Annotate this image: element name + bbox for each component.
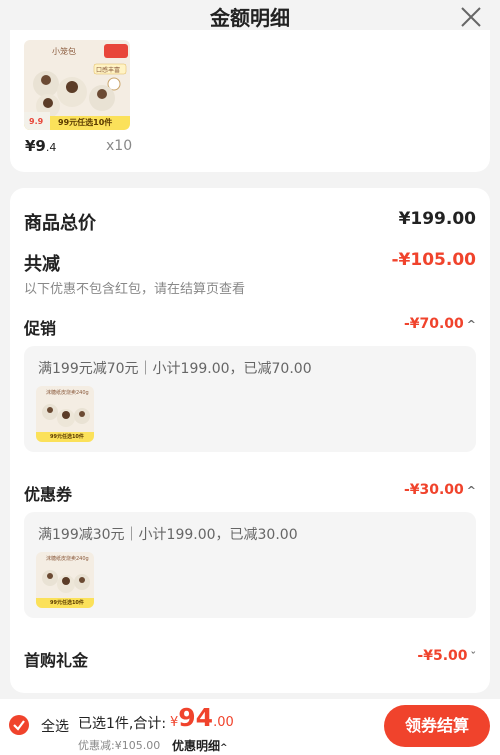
- badge-text: 99元任选10件: [58, 118, 113, 127]
- promotion-row[interactable]: 促销 -¥70.00 ^: [24, 315, 476, 339]
- chevron-up-icon: ^: [466, 318, 476, 331]
- coupon-row[interactable]: 优惠券 -¥30.00 ^: [24, 481, 476, 505]
- total-int: 94: [178, 703, 214, 732]
- chevron-up-icon: ^: [220, 743, 228, 753]
- discount-detail-label: 优惠明细: [172, 739, 221, 753]
- reduce-label: 共减: [24, 254, 60, 275]
- total-price: ¥94.00: [170, 703, 234, 732]
- total-label: 商品总价: [24, 213, 96, 234]
- chevron-down-icon: ˇ: [470, 650, 477, 663]
- promotion-product-image[interactable]: 沫糖纸皮烧卖240g 99元任选10件: [36, 386, 94, 442]
- product-image[interactable]: 小笼包 口感丰富 9.9 99元任选10件: [24, 40, 130, 130]
- price-detail-card: 商品总价 ¥199.00 共减 -¥105.00 以下优惠不包含红包，请在结算页…: [10, 188, 490, 693]
- selected-summary: 已选1件,合计:: [78, 716, 167, 732]
- coupon-product-image[interactable]: 沫糖纸皮烧卖240g 99元任选10件: [36, 552, 94, 608]
- coupon-label: 优惠券: [24, 485, 73, 504]
- total-dec: .00: [213, 715, 234, 730]
- coupon-thumb-title: 沫糖纸皮烧卖240g: [46, 556, 89, 562]
- coupon-amount: -¥30.00: [403, 482, 464, 498]
- promotion-amount: -¥70.00: [403, 316, 464, 332]
- first-purchase-label: 首购礼金: [24, 651, 89, 670]
- select-all-checkbox[interactable]: [9, 715, 29, 735]
- reduce-note: 以下优惠不包含红包，请在结算页查看: [24, 282, 246, 297]
- product-price: ¥9.4: [25, 137, 56, 155]
- promotion-detail: 满199元减70元｜小计199.00，已减70.00 沫糖纸皮烧卖240g 99…: [24, 346, 476, 452]
- coupon-thumb-text: 99元任选10件: [50, 600, 84, 606]
- first-purchase-amount: -¥5.00: [417, 648, 468, 664]
- coupon-detail: 满199减30元｜小计199.00，已减30.00 沫糖纸皮烧卖240g 99元…: [24, 512, 476, 618]
- promotion-thumb-text: 99元任选10件: [50, 434, 84, 440]
- product-price-dec: .4: [45, 141, 57, 154]
- reduce-value: -¥105.00: [391, 250, 477, 270]
- checkout-bar: 全选 已选1件,合计: ¥94.00 优惠减:¥105.00 优惠明细^ 领券结…: [0, 699, 500, 755]
- first-purchase-row[interactable]: 首购礼金 -¥5.00 ˇ: [24, 647, 476, 671]
- first-purchase-value: -¥5.00 ˇ: [417, 648, 476, 664]
- discount-amount: 优惠减:¥105.00: [78, 739, 161, 752]
- package-label-sub: 口感丰富: [96, 67, 121, 74]
- reduce-row: 共减 -¥105.00: [24, 250, 476, 276]
- discount-detail-toggle[interactable]: 优惠明细^: [172, 737, 228, 754]
- close-icon[interactable]: [460, 6, 482, 28]
- promotion-label: 促销: [24, 319, 57, 338]
- promotion-value: -¥70.00 ^: [404, 316, 476, 332]
- select-all-label[interactable]: 全选: [41, 716, 69, 736]
- coupon-desc: 满199减30元｜小计199.00，已减30.00: [38, 527, 298, 543]
- product-card: 小笼包 口感丰富 9.9 99元任选10件 ¥9.4 x10: [10, 30, 490, 172]
- coupon-value: -¥30.00 ^: [404, 482, 476, 498]
- promotion-thumb-title: 沫糖纸皮烧卖240g: [46, 390, 89, 396]
- package-label: 小笼包: [52, 47, 76, 56]
- promotion-desc: 满199元减70元｜小计199.00，已减70.00: [38, 361, 312, 377]
- product-quantity: x10: [106, 138, 133, 154]
- total-row: 商品总价 ¥199.00: [24, 209, 476, 235]
- badge-price: 9.9: [29, 117, 44, 126]
- checkout-button[interactable]: 领券结算: [384, 705, 490, 747]
- total-value: ¥199.00: [398, 209, 476, 229]
- chevron-up-icon: ^: [466, 484, 476, 497]
- product-price-int: ¥9: [25, 137, 46, 155]
